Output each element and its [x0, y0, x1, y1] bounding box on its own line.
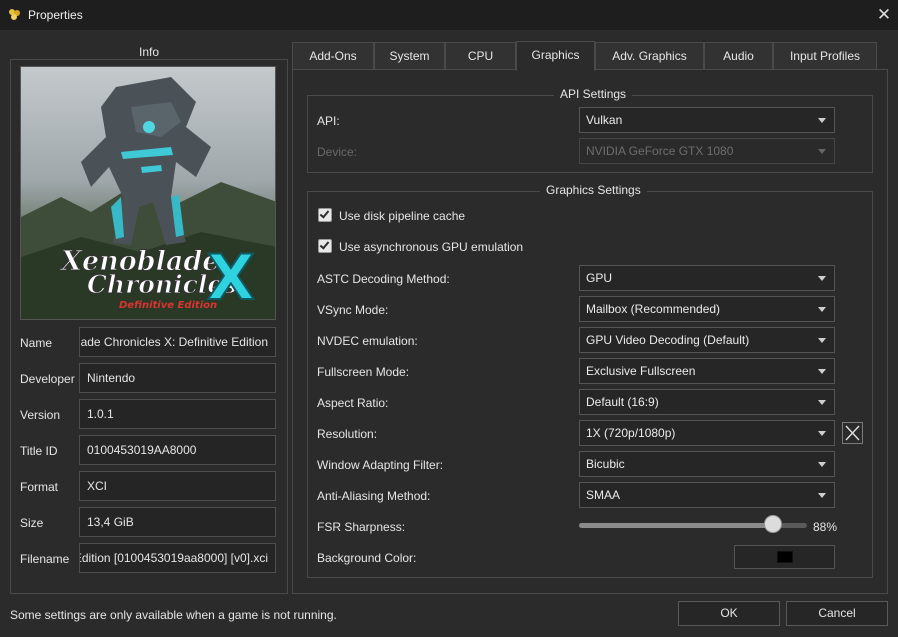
info-label-format: Format — [20, 480, 59, 494]
reset-x-icon — [845, 425, 860, 441]
resolution-label: Resolution: — [317, 427, 378, 441]
astc-label: ASTC Decoding Method: — [317, 272, 450, 286]
info-field-size[interactable]: 13,4 GiB — [79, 507, 276, 537]
info-label-name: Name — [20, 336, 53, 350]
cover-logo-subtitle: Definitive Edition — [119, 300, 217, 311]
disk-cache-checkbox[interactable] — [318, 208, 332, 222]
device-label: Device: — [317, 145, 358, 159]
aa-label: Anti-Aliasing Method: — [317, 489, 431, 503]
bg-color-button[interactable] — [734, 545, 835, 569]
astc-dropdown[interactable]: GPU — [579, 265, 835, 291]
app-icon — [9, 9, 20, 20]
tab-system[interactable]: System — [374, 42, 445, 70]
info-label-filename: Filename — [20, 552, 70, 566]
info-label-title-id: Title ID — [20, 444, 58, 458]
filter-label: Window Adapting Filter: — [317, 458, 444, 472]
aspect-ratio-label: Aspect Ratio: — [317, 396, 389, 410]
chevron-down-icon — [818, 149, 826, 154]
bg-color-label: Background Color: — [317, 551, 417, 565]
checkmark-icon — [319, 239, 330, 250]
chevron-down-icon — [818, 400, 826, 405]
resolution-dropdown[interactable]: 1X (720p/1080p) — [579, 420, 835, 446]
info-field-name[interactable]: Xenoblade Chronicles X: Definitive Editi… — [79, 327, 276, 357]
tab-input-profiles[interactable]: Input Profiles — [773, 42, 877, 70]
tab-cpu[interactable]: CPU — [445, 42, 516, 70]
chevron-down-icon — [818, 493, 826, 498]
chevron-down-icon — [818, 118, 826, 123]
fsr-slider-fill — [579, 523, 780, 528]
async-gpu-checkbox[interactable] — [318, 239, 332, 253]
nvdec-label: NVDEC emulation: — [317, 334, 418, 348]
window-title: Properties — [28, 8, 83, 22]
footer-note: Some settings are only available when a … — [10, 608, 337, 622]
graphics-settings-title: Graphics Settings — [540, 183, 647, 197]
title-bar — [0, 0, 898, 30]
async-gpu-label[interactable]: Use asynchronous GPU emulation — [339, 240, 523, 254]
info-field-developer[interactable]: Nintendo — [79, 363, 276, 393]
fsr-value: 88% — [813, 520, 838, 534]
fsr-label: FSR Sharpness: — [317, 520, 406, 534]
device-dropdown: NVIDIA GeForce GTX 1080 — [579, 138, 835, 164]
chevron-down-icon — [818, 431, 826, 436]
vsync-dropdown[interactable]: Mailbox (Recommended) — [579, 296, 835, 322]
api-dropdown[interactable]: Vulkan — [579, 107, 835, 133]
aspect-ratio-dropdown[interactable]: Default (16:9) — [579, 389, 835, 415]
close-icon[interactable]: ✕ — [874, 5, 894, 25]
checkmark-icon — [319, 208, 330, 219]
cancel-button[interactable]: Cancel — [786, 601, 888, 626]
api-label: API: — [317, 114, 340, 128]
ok-button[interactable]: OK — [678, 601, 780, 626]
info-label-version: Version — [20, 408, 61, 422]
tab-graphics[interactable]: Graphics — [516, 41, 595, 71]
info-group-title: Info — [133, 45, 166, 59]
chevron-down-icon — [818, 338, 826, 343]
tab-adv-graphics[interactable]: Adv. Graphics — [595, 42, 704, 70]
color-swatch — [777, 551, 793, 563]
tab-add-ons[interactable]: Add-Ons — [292, 42, 374, 70]
api-settings-title: API Settings — [554, 87, 633, 101]
chevron-down-icon — [818, 369, 826, 374]
chevron-down-icon — [818, 307, 826, 312]
resolution-reset-button[interactable] — [842, 422, 863, 444]
vsync-label: VSync Mode: — [317, 303, 389, 317]
info-field-version[interactable]: 1.0.1 — [79, 399, 276, 429]
chevron-down-icon — [818, 276, 826, 281]
game-cover-art: Xenoblade Chronicles X Definitive Editio… — [20, 66, 276, 320]
fsr-slider-handle[interactable] — [763, 515, 782, 533]
disk-cache-label[interactable]: Use disk pipeline cache — [339, 209, 465, 223]
info-field-filename[interactable]: Xenoblade Chronicles X Definitive Editio… — [79, 543, 276, 573]
fullscreen-label: Fullscreen Mode: — [317, 365, 410, 379]
filter-dropdown[interactable]: Bicubic — [579, 451, 835, 477]
info-label-size: Size — [20, 516, 44, 530]
nvdec-dropdown[interactable]: GPU Video Decoding (Default) — [579, 327, 835, 353]
info-field-format[interactable]: XCI — [79, 471, 276, 501]
fullscreen-dropdown[interactable]: Exclusive Fullscreen — [579, 358, 835, 384]
tab-audio[interactable]: Audio — [704, 42, 773, 70]
info-label-developer: Developer — [20, 372, 75, 386]
info-field-title-id[interactable]: 0100453019AA8000 — [79, 435, 276, 465]
chevron-down-icon — [818, 462, 826, 467]
aa-dropdown[interactable]: SMAA — [579, 482, 835, 508]
